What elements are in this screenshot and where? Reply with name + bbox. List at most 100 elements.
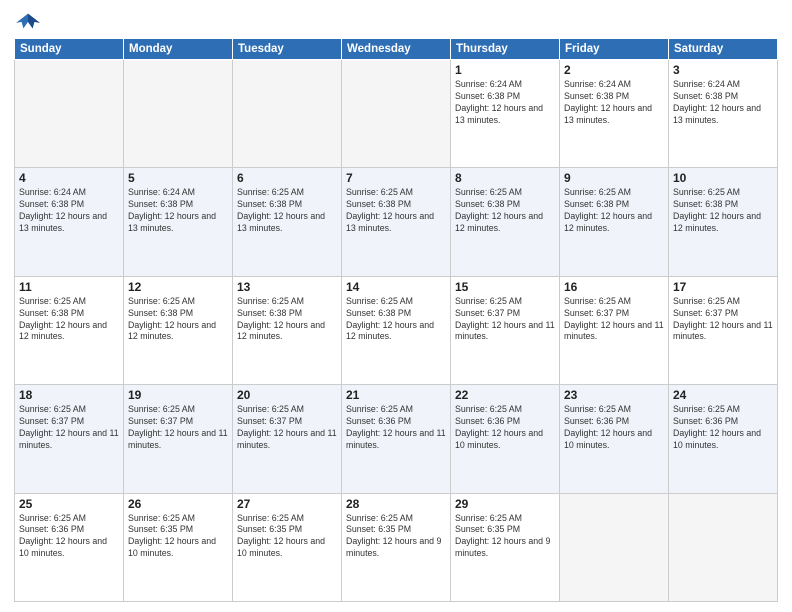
table-row [560, 493, 669, 601]
calendar-header-row: Sunday Monday Tuesday Wednesday Thursday… [15, 39, 778, 60]
col-tuesday: Tuesday [233, 39, 342, 60]
table-row: 22 Sunrise: 6:25 AMSunset: 6:36 PMDayligh… [451, 385, 560, 493]
day-number: 4 [19, 171, 119, 185]
day-info: Sunrise: 6:25 AMSunset: 6:38 PMDaylight:… [455, 187, 555, 235]
table-row: 29 Sunrise: 6:25 AMSunset: 6:35 PMDayligh… [451, 493, 560, 601]
day-info: Sunrise: 6:25 AMSunset: 6:37 PMDaylight:… [673, 296, 773, 344]
table-row: 2Sunrise: 6:24 AMSunset: 6:38 PMDaylight… [560, 60, 669, 168]
day-info: Sunrise: 6:25 AMSunset: 6:36 PMDaylight:… [564, 404, 664, 452]
day-info: Sunrise: 6:25 AMSunset: 6:38 PMDaylight:… [19, 296, 119, 344]
calendar-week-row: 18 Sunrise: 6:25 AMSunset: 6:37 PMDayligh… [15, 385, 778, 493]
table-row: 3 Sunrise: 6:24 AMSunset: 6:38 PMDaylight… [669, 60, 778, 168]
table-row [233, 60, 342, 168]
table-row: 16 Sunrise: 6:25 AMSunset: 6:37 PMDayligh… [560, 276, 669, 384]
col-sunday: Sunday [15, 39, 124, 60]
table-row: 26 Sunrise: 6:25 AMSunset: 6:35 PMDayligh… [124, 493, 233, 601]
day-number: 15 [455, 280, 555, 294]
day-number: 14 [346, 280, 446, 294]
table-row [342, 60, 451, 168]
day-number: 5 [128, 171, 228, 185]
day-number: 12 [128, 280, 228, 294]
day-info: Sunrise: 6:25 AMSunset: 6:36 PMDaylight:… [455, 404, 555, 452]
day-number: 28 [346, 497, 446, 511]
day-number: 22 [455, 388, 555, 402]
table-row [124, 60, 233, 168]
day-info: Sunrise: 6:25 AMSunset: 6:38 PMDaylight:… [346, 187, 446, 235]
table-row [669, 493, 778, 601]
calendar-week-row: 4 Sunrise: 6:24 AMSunset: 6:38 PMDaylight… [15, 168, 778, 276]
day-info: Sunrise: 6:25 AMSunset: 6:35 PMDaylight:… [237, 513, 337, 561]
day-number: 13 [237, 280, 337, 294]
table-row: 14 Sunrise: 6:25 AMSunset: 6:38 PMDayligh… [342, 276, 451, 384]
header [14, 10, 778, 32]
day-number: 18 [19, 388, 119, 402]
day-number: 10 [673, 171, 773, 185]
calendar-week-row: 1 Sunrise: 6:24 AMSunset: 6:38 PMDaylight… [15, 60, 778, 168]
table-row: 13 Sunrise: 6:25 AMSunset: 6:38 PMDayligh… [233, 276, 342, 384]
table-row: 1Sunrise: 6:24 AMSunset: 6:38 PMDaylight… [451, 60, 560, 168]
day-number: 26 [128, 497, 228, 511]
table-row: 27 Sunrise: 6:25 AMSunset: 6:35 PMDayligh… [233, 493, 342, 601]
table-row: 8 Sunrise: 6:25 AMSunset: 6:38 PMDaylight… [451, 168, 560, 276]
day-info: Sunrise: 6:25 AMSunset: 6:38 PMDaylight:… [237, 296, 337, 344]
table-row [15, 60, 124, 168]
day-info: Sunrise: 6:25 AMSunset: 6:37 PMDaylight:… [128, 404, 228, 452]
table-row: 4 Sunrise: 6:24 AMSunset: 6:38 PMDaylight… [15, 168, 124, 276]
day-info: Sunrise: 6:25 AMSunset: 6:35 PMDaylight:… [128, 513, 228, 561]
day-number: 3 [673, 63, 773, 77]
day-number: 21 [346, 388, 446, 402]
table-row: 15 Sunrise: 6:25 AMSunset: 6:37 PMDayligh… [451, 276, 560, 384]
day-info: Sunrise: 6:25 AMSunset: 6:36 PMDaylight:… [19, 513, 119, 561]
table-row: 7 Sunrise: 6:25 AMSunset: 6:38 PMDaylight… [342, 168, 451, 276]
table-row: 19 Sunrise: 6:25 AMSunset: 6:37 PMDayligh… [124, 385, 233, 493]
day-number: 29 [455, 497, 555, 511]
day-number: 17 [673, 280, 773, 294]
table-row: 17 Sunrise: 6:25 AMSunset: 6:37 PMDayligh… [669, 276, 778, 384]
day-number: 24 [673, 388, 773, 402]
logo [14, 10, 46, 32]
day-info: Sunrise: 6:25 AMSunset: 6:38 PMDaylight:… [346, 296, 446, 344]
table-row: 25 Sunrise: 6:25 AMSunset: 6:36 PMDayligh… [15, 493, 124, 601]
day-info: Sunrise: 6:25 AMSunset: 6:35 PMDaylight:… [455, 513, 555, 561]
page: Sunday Monday Tuesday Wednesday Thursday… [0, 0, 792, 612]
col-friday: Friday [560, 39, 669, 60]
day-info: Sunrise: 6:25 AMSunset: 6:38 PMDaylight:… [237, 187, 337, 235]
day-info: Sunrise: 6:24 AMSunset: 6:38 PMDaylight:… [673, 79, 773, 127]
day-info: Sunrise: 6:25 AMSunset: 6:36 PMDaylight:… [673, 404, 773, 452]
day-info: Sunrise: 6:25 AMSunset: 6:37 PMDaylight:… [455, 296, 555, 344]
day-number: 23 [564, 388, 664, 402]
day-number: 27 [237, 497, 337, 511]
day-number: 11 [19, 280, 119, 294]
calendar-week-row: 25 Sunrise: 6:25 AMSunset: 6:36 PMDayligh… [15, 493, 778, 601]
day-number: 7 [346, 171, 446, 185]
day-number: 6 [237, 171, 337, 185]
table-row: 10 Sunrise: 6:25 AMSunset: 6:38 PMDayligh… [669, 168, 778, 276]
col-saturday: Saturday [669, 39, 778, 60]
table-row: 18Sunrise: 6:25 AMSunset: 6:37 PMDayligh… [15, 385, 124, 493]
day-info: Sunrise: 6:25 AMSunset: 6:37 PMDaylight:… [237, 404, 337, 452]
day-number: 16 [564, 280, 664, 294]
day-info: Sunrise: 6:25 AMSunset: 6:37 PMDaylight:… [564, 296, 664, 344]
day-number: 19 [128, 388, 228, 402]
col-thursday: Thursday [451, 39, 560, 60]
table-row: 9Sunrise: 6:25 AMSunset: 6:38 PMDaylight… [560, 168, 669, 276]
calendar-week-row: 11 Sunrise: 6:25 AMSunset: 6:38 PMDayligh… [15, 276, 778, 384]
calendar-table: Sunday Monday Tuesday Wednesday Thursday… [14, 38, 778, 602]
day-info: Sunrise: 6:24 AMSunset: 6:38 PMDaylight:… [19, 187, 119, 235]
day-info: Sunrise: 6:25 AMSunset: 6:35 PMDaylight:… [346, 513, 446, 561]
table-row: 24 Sunrise: 6:25 AMSunset: 6:36 PMDayligh… [669, 385, 778, 493]
table-row: 11 Sunrise: 6:25 AMSunset: 6:38 PMDayligh… [15, 276, 124, 384]
day-number: 8 [455, 171, 555, 185]
table-row: 23 Sunrise: 6:25 AMSunset: 6:36 PMDayligh… [560, 385, 669, 493]
table-row: 6 Sunrise: 6:25 AMSunset: 6:38 PMDaylight… [233, 168, 342, 276]
table-row: 28 Sunrise: 6:25 AMSunset: 6:35 PMDayligh… [342, 493, 451, 601]
day-number: 1 [455, 63, 555, 77]
day-number: 25 [19, 497, 119, 511]
day-info: Sunrise: 6:24 AMSunset: 6:38 PMDaylight:… [128, 187, 228, 235]
logo-bird-icon [14, 10, 42, 32]
table-row: 5 Sunrise: 6:24 AMSunset: 6:38 PMDaylight… [124, 168, 233, 276]
table-row: 12Sunrise: 6:25 AMSunset: 6:38 PMDayligh… [124, 276, 233, 384]
day-number: 20 [237, 388, 337, 402]
day-info: Sunrise: 6:25 AMSunset: 6:38 PMDaylight:… [673, 187, 773, 235]
day-info: Sunrise: 6:25 AMSunset: 6:38 PMDaylight:… [564, 187, 664, 235]
